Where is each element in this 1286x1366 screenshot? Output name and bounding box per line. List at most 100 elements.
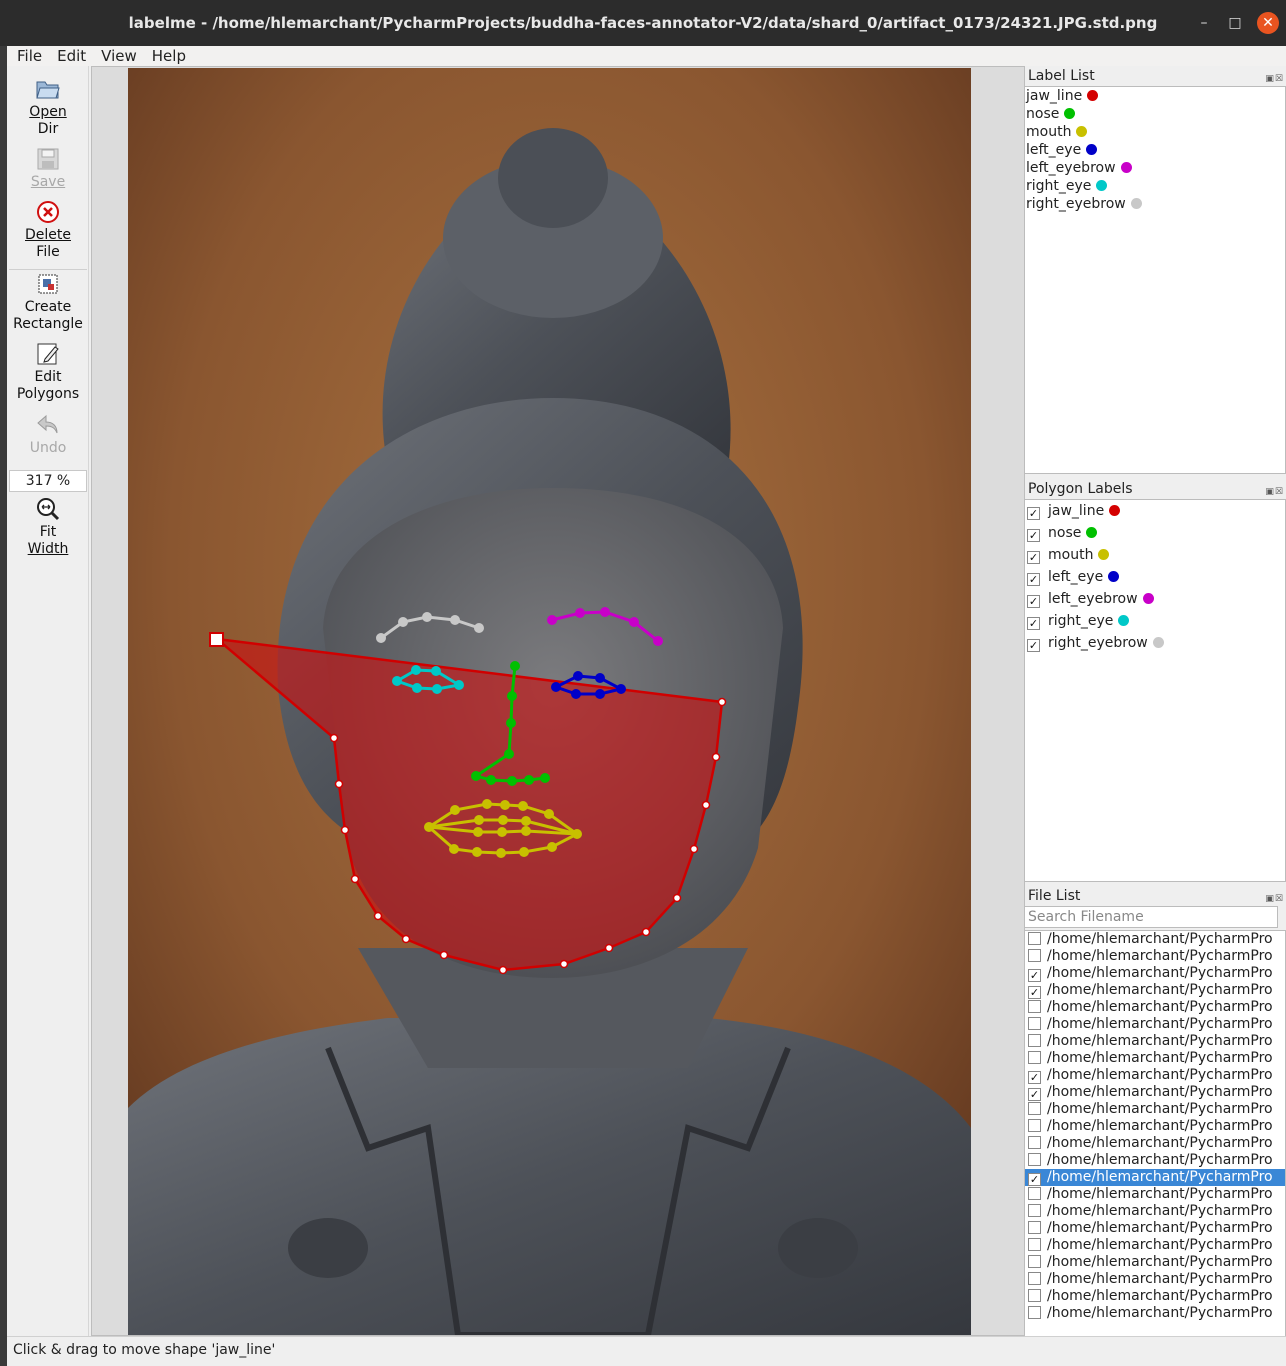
polygon-label-item[interactable]: ✓ left_eyebrow [1025, 588, 1285, 610]
label-color-dot [1064, 108, 1076, 119]
menu-help[interactable]: Help [142, 46, 191, 66]
label-list-item[interactable]: nose [1025, 105, 1285, 123]
polygon-label-checkbox[interactable]: ✓ [1027, 573, 1040, 586]
file-path: /home/hlemarchant/PycharmPro [1047, 982, 1273, 998]
file-list-item[interactable]: /home/hlemarchant/PycharmPro [1025, 1203, 1285, 1220]
file-list-item[interactable]: /home/hlemarchant/PycharmPro [1025, 1186, 1285, 1203]
file-list-item[interactable]: /home/hlemarchant/PycharmPro [1025, 931, 1285, 948]
save-button[interactable]: Save [7, 146, 89, 191]
fit-width-button[interactable]: Fit Width [7, 496, 89, 558]
jaw-line-handle[interactable] [209, 632, 224, 647]
file-checkbox[interactable] [1028, 1119, 1041, 1132]
file-checkbox[interactable]: ✓ [1028, 986, 1041, 999]
file-checkbox[interactable] [1028, 1034, 1041, 1047]
file-checkbox[interactable] [1028, 1306, 1041, 1319]
folder-open-icon [36, 81, 60, 99]
file-checkbox[interactable] [1028, 1238, 1041, 1251]
file-list-item[interactable]: ✓ /home/hlemarchant/PycharmPro [1025, 965, 1285, 982]
file-list-item[interactable]: ✓ /home/hlemarchant/PycharmPro [1025, 1067, 1285, 1084]
label-list-item[interactable]: right_eye [1025, 177, 1285, 195]
edit-polygons-button[interactable]: Edit Polygons [7, 341, 89, 403]
file-list-item[interactable]: /home/hlemarchant/PycharmPro [1025, 1118, 1285, 1135]
polygon-label-checkbox[interactable]: ✓ [1027, 507, 1040, 520]
label-list-item[interactable]: left_eye [1025, 141, 1285, 159]
file-list-item[interactable]: /home/hlemarchant/PycharmPro [1025, 1101, 1285, 1118]
file-list-item[interactable]: /home/hlemarchant/PycharmPro [1025, 1288, 1285, 1305]
polygon-label-checkbox[interactable]: ✓ [1027, 529, 1040, 542]
file-checkbox[interactable] [1028, 932, 1041, 945]
fit-width-label-1: Fit [39, 524, 57, 540]
file-checkbox[interactable] [1028, 1204, 1041, 1217]
label-list: jaw_line nose mouth left_eye left_eyebrow rig… [1024, 86, 1286, 474]
menu-view[interactable]: View [91, 46, 142, 66]
polygon-label-checkbox[interactable]: ✓ [1027, 617, 1040, 630]
file-list-item[interactable]: /home/hlemarchant/PycharmPro [1025, 1271, 1285, 1288]
file-checkbox[interactable]: ✓ [1028, 1071, 1041, 1084]
polygon-label-item[interactable]: ✓ mouth [1025, 544, 1285, 566]
file-checkbox[interactable] [1028, 1017, 1041, 1030]
file-checkbox[interactable] [1028, 1000, 1041, 1013]
file-list-item[interactable]: /home/hlemarchant/PycharmPro [1025, 1152, 1285, 1169]
file-path: /home/hlemarchant/PycharmPro [1047, 1305, 1273, 1321]
file-list-item[interactable]: /home/hlemarchant/PycharmPro [1025, 1254, 1285, 1271]
zoom-field[interactable]: 317 % [9, 470, 87, 492]
file-checkbox[interactable] [1028, 1187, 1041, 1200]
polygon-labels-header: Polygon Labels ▣☒ [1024, 479, 1286, 499]
file-list-item[interactable]: /home/hlemarchant/PycharmPro [1025, 1305, 1285, 1322]
polygon-label-checkbox[interactable]: ✓ [1027, 639, 1040, 652]
file-list-item[interactable]: /home/hlemarchant/PycharmPro [1025, 1016, 1285, 1033]
label-list-item[interactable]: jaw_line [1025, 87, 1285, 105]
file-list-item[interactable]: ✓ /home/hlemarchant/PycharmPro [1025, 1169, 1285, 1186]
polygon-label-item[interactable]: ✓ jaw_line [1025, 500, 1285, 522]
file-list-item[interactable]: /home/hlemarchant/PycharmPro [1025, 948, 1285, 965]
file-path: /home/hlemarchant/PycharmPro [1047, 1271, 1273, 1287]
label-color-dot [1086, 144, 1098, 155]
polygon-label-checkbox[interactable]: ✓ [1027, 595, 1040, 608]
undo-button[interactable]: Undo [7, 412, 89, 457]
close-button[interactable]: ✕ [1257, 12, 1279, 34]
toolbar: Open Dir Save Delete File Create Rectang… [7, 66, 89, 1336]
open-dir-button[interactable]: Open Dir [7, 76, 89, 138]
label-list-item[interactable]: left_eyebrow [1025, 159, 1285, 177]
file-checkbox[interactable] [1028, 1221, 1041, 1234]
minimize-button[interactable]: – [1193, 12, 1215, 34]
label-list-item-name: mouth [1026, 124, 1072, 140]
file-checkbox[interactable] [1028, 1255, 1041, 1268]
polygon-label-checkbox[interactable]: ✓ [1027, 551, 1040, 564]
delete-file-button[interactable]: Delete File [7, 199, 89, 261]
file-list-item[interactable]: /home/hlemarchant/PycharmPro [1025, 1050, 1285, 1067]
file-list-item[interactable]: ✓ /home/hlemarchant/PycharmPro [1025, 982, 1285, 999]
file-checkbox[interactable] [1028, 1153, 1041, 1166]
file-checkbox[interactable] [1028, 1051, 1041, 1064]
label-list-header: Label List ▣☒ [1024, 66, 1286, 86]
file-list-item[interactable]: ✓ /home/hlemarchant/PycharmPro [1025, 1084, 1285, 1101]
label-list-item[interactable]: mouth [1025, 123, 1285, 141]
file-list-item[interactable]: /home/hlemarchant/PycharmPro [1025, 1033, 1285, 1050]
polygon-labels-dock: Polygon Labels ▣☒ ✓ jaw_line ✓ nose ✓ mouth ✓ l… [1024, 479, 1286, 882]
delete-file-label-2: File [36, 244, 60, 260]
file-list-item[interactable]: /home/hlemarchant/PycharmPro [1025, 1220, 1285, 1237]
file-checkbox[interactable]: ✓ [1028, 969, 1041, 982]
file-list-item[interactable]: /home/hlemarchant/PycharmPro [1025, 1237, 1285, 1254]
file-checkbox[interactable] [1028, 1272, 1041, 1285]
file-checkbox[interactable]: ✓ [1028, 1088, 1041, 1101]
file-list-item[interactable]: /home/hlemarchant/PycharmPro [1025, 999, 1285, 1016]
label-list-item[interactable]: right_eyebrow [1025, 195, 1285, 213]
polygon-label-item[interactable]: ✓ left_eye [1025, 566, 1285, 588]
menu-edit[interactable]: Edit [47, 46, 91, 66]
file-list-item[interactable]: /home/hlemarchant/PycharmPro [1025, 1135, 1285, 1152]
polygon-label-item[interactable]: ✓ right_eyebrow [1025, 632, 1285, 654]
maximize-button[interactable]: □ [1224, 12, 1246, 34]
file-checkbox[interactable] [1028, 1102, 1041, 1115]
polygon-label-item[interactable]: ✓ nose [1025, 522, 1285, 544]
polygon-label-item[interactable]: ✓ right_eye [1025, 610, 1285, 632]
menu-file[interactable]: File [7, 46, 47, 66]
file-checkbox[interactable]: ✓ [1028, 1173, 1041, 1186]
file-path: /home/hlemarchant/PycharmPro [1047, 1237, 1273, 1253]
image-canvas[interactable] [128, 68, 971, 1335]
search-filename-input[interactable]: Search Filename [1024, 906, 1278, 928]
file-checkbox[interactable] [1028, 1136, 1041, 1149]
file-checkbox[interactable] [1028, 1289, 1041, 1302]
create-rectangle-button[interactable]: Create Rectangle [7, 271, 89, 333]
file-checkbox[interactable] [1028, 949, 1041, 962]
